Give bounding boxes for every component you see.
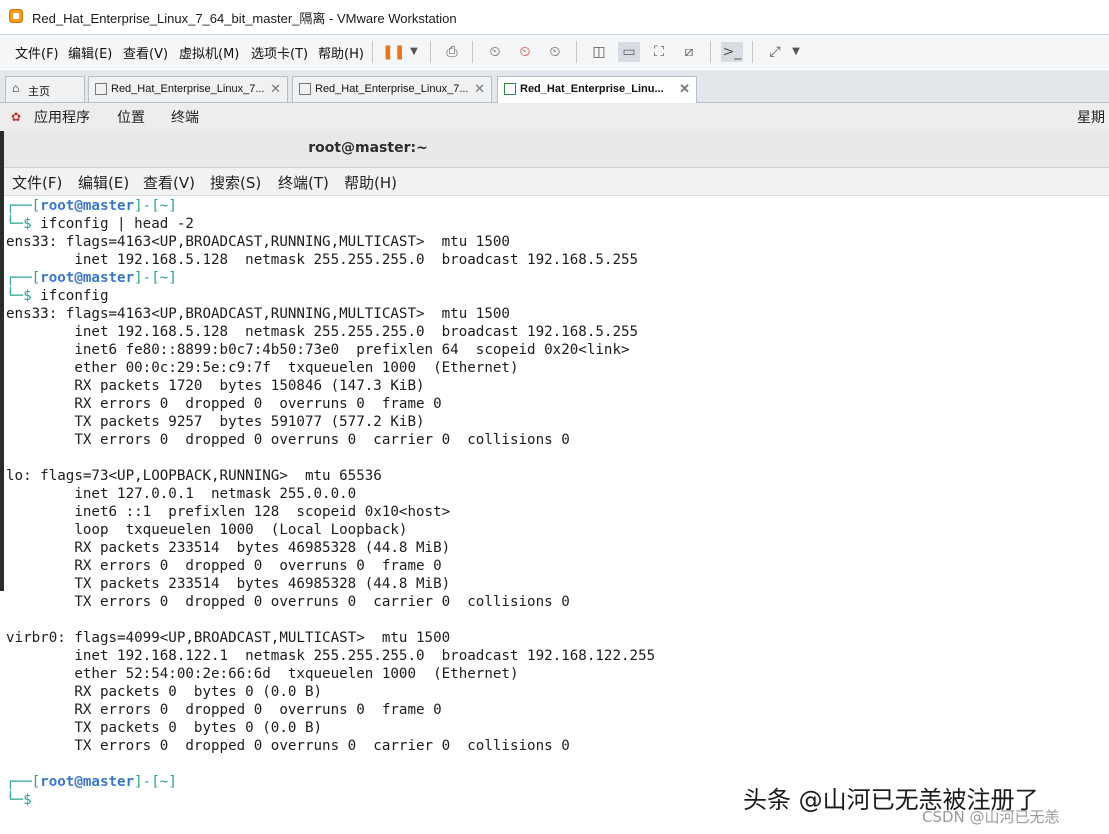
terminal-menu-help[interactable]: 帮助(H): [344, 172, 397, 193]
output-line: inet 192.168.5.128 netmask 255.255.255.0…: [6, 324, 639, 340]
vm-running-icon: [504, 83, 516, 95]
unity-icon[interactable]: ⧄: [678, 42, 700, 62]
command-line: └─$ ifconfig: [6, 288, 109, 304]
stretch-icon[interactable]: ⤢: [764, 42, 786, 62]
watermark-csdn: CSDN @山河已无恙: [922, 808, 1060, 826]
prompt-line: ┌──[root@master]-[~]: [6, 774, 177, 790]
gnome-places-menu[interactable]: 位置: [117, 107, 145, 127]
output-line: ens33: flags=4163<UP,BROADCAST,RUNNING,M…: [6, 306, 510, 322]
terminal-title: root@master:~: [308, 140, 428, 156]
gnome-applications-menu[interactable]: 应用程序: [34, 107, 90, 127]
close-icon[interactable]: ✕: [270, 81, 281, 97]
command-line: └─$: [6, 792, 41, 808]
vmware-app-icon: [9, 9, 23, 23]
window-title: Red_Hat_Enterprise_Linux_7_64_bit_master…: [32, 11, 457, 26]
fullscreen-icon[interactable]: ⛶: [648, 42, 670, 62]
terminal-menubar: 文件(F) 编辑(E) 查看(V) 搜索(S) 终端(T) 帮助(H): [4, 168, 1109, 196]
output-line: RX packets 0 bytes 0 (0.0 B): [6, 684, 323, 700]
output-line: RX packets 1720 bytes 150846 (147.3 KiB): [6, 378, 425, 394]
command-text: ifconfig: [40, 288, 109, 304]
gnome-clock[interactable]: 星期: [1077, 107, 1105, 127]
menu-tabs[interactable]: 选项卡(T): [251, 43, 308, 62]
menu-vm[interactable]: 虚拟机(M): [179, 43, 239, 62]
terminal-menu-search[interactable]: 搜索(S): [210, 172, 261, 193]
output-line: inet 127.0.0.1 netmask 255.0.0.0: [6, 486, 357, 502]
dropdown-icon[interactable]: ▼: [785, 42, 807, 62]
tab-label: 主页: [28, 86, 50, 98]
dropdown-icon[interactable]: ▼: [403, 42, 425, 62]
terminal-titlebar: root@master:~: [4, 131, 1109, 168]
window-titlebar: Red_Hat_Enterprise_Linux_7_64_bit_master…: [0, 0, 1109, 35]
console-icon[interactable]: >_: [721, 42, 743, 62]
applications-icon: ✿: [11, 110, 22, 124]
output-line: inet 192.168.122.1 netmask 255.255.255.0…: [6, 648, 656, 664]
terminal-menu-edit[interactable]: 编辑(E): [78, 172, 129, 193]
output-line: RX errors 0 dropped 0 overruns 0 frame 0: [6, 558, 442, 574]
output-line: ether 00:0c:29:5e:c9:7f txqueuelen 1000 …: [6, 360, 519, 376]
output-line: RX packets 233514 bytes 46985328 (44.8 M…: [6, 540, 451, 556]
menu-edit[interactable]: 编辑(E): [68, 43, 112, 62]
output-line: inet6 fe80::8899:b0c7:4b50:73e0 prefixle…: [6, 342, 630, 358]
output-line: virbr0: flags=4099<UP,BROADCAST,MULTICAS…: [6, 630, 451, 646]
output-line: ens33: flags=4163<UP,BROADCAST,RUNNING,M…: [6, 234, 510, 250]
vm-icon: [95, 83, 107, 95]
tab-label: Red_Hat_Enterprise_Linu...: [520, 83, 664, 95]
command-line: └─$ ifconfig | head -2: [6, 216, 194, 232]
output-line: TX errors 0 dropped 0 overruns 0 carrier…: [6, 594, 570, 610]
menu-view[interactable]: 查看(V): [123, 43, 168, 62]
normal-view-icon[interactable]: ▭: [618, 42, 640, 62]
menu-help[interactable]: 帮助(H): [318, 43, 364, 62]
output-line: lo: flags=73<UP,LOOPBACK,RUNNING> mtu 65…: [6, 468, 382, 484]
home-icon: ⌂: [12, 81, 20, 95]
tab-label: Red_Hat_Enterprise_Linux_7...: [315, 83, 469, 95]
gnome-top-bar: ✿ 应用程序 位置 终端 星期: [0, 103, 1109, 132]
output-line: ether 52:54:00:2e:66:6d txqueuelen 1000 …: [6, 666, 519, 682]
output-line: TX packets 9257 bytes 591077 (577.2 KiB): [6, 414, 425, 430]
output-line: TX packets 233514 bytes 46985328 (44.8 M…: [6, 576, 451, 592]
output-line: RX errors 0 dropped 0 overruns 0 frame 0: [6, 396, 442, 412]
snapshot-icon[interactable]: ⏲: [484, 42, 506, 62]
output-line: TX errors 0 dropped 0 overruns 0 carrier…: [6, 738, 570, 754]
tab-vm-3[interactable]: Red_Hat_Enterprise_Linu... ✕: [497, 76, 697, 103]
tab-vm-1[interactable]: Red_Hat_Enterprise_Linux_7... ✕: [88, 76, 288, 102]
vmware-menubar: 文件(F) 编辑(E) 查看(V) 虚拟机(M) 选项卡(T) 帮助(H) ❚❚…: [0, 35, 1109, 69]
output-line: inet 192.168.5.128 netmask 255.255.255.0…: [6, 252, 639, 268]
revert-snapshot-icon[interactable]: ⏲: [514, 42, 536, 62]
send-keys-icon[interactable]: ⎙: [441, 42, 463, 62]
terminal-menu-file[interactable]: 文件(F): [12, 172, 62, 193]
terminal-menu-terminal[interactable]: 终端(T): [278, 172, 329, 193]
menu-file[interactable]: 文件(F): [15, 43, 59, 62]
prompt-line: ┌──[root@master]-[~]: [6, 270, 177, 286]
terminal-screen[interactable]: ┌──[root@master]-[~] └─$ ifconfig | head…: [4, 196, 1109, 834]
prompt-line: ┌──[root@master]-[~]: [6, 198, 177, 214]
toolbar-separator: [752, 41, 753, 63]
gnome-terminal-menu[interactable]: 终端: [171, 107, 199, 127]
tab-vm-2[interactable]: Red_Hat_Enterprise_Linux_7... ✕: [292, 76, 492, 102]
library-icon[interactable]: ◫: [588, 42, 610, 62]
vm-icon: [299, 83, 311, 95]
toolbar-separator: [372, 41, 373, 63]
output-line: loop txqueuelen 1000 (Local Loopback): [6, 522, 408, 538]
close-icon[interactable]: ✕: [474, 81, 485, 97]
output-line: TX packets 0 bytes 0 (0.0 B): [6, 720, 323, 736]
snapshot-manager-icon[interactable]: ⏲: [544, 42, 566, 62]
toolbar-separator: [710, 41, 711, 63]
terminal-menu-view[interactable]: 查看(V): [143, 172, 195, 193]
command-text: ifconfig | head -2: [40, 216, 194, 232]
toolbar-separator: [472, 41, 473, 63]
pause-icon[interactable]: ❚❚: [382, 42, 405, 62]
output-line: inet6 ::1 prefixlen 128 scopeid 0x10<hos…: [6, 504, 451, 520]
tab-label: Red_Hat_Enterprise_Linux_7...: [111, 83, 265, 95]
output-line: TX errors 0 dropped 0 overruns 0 carrier…: [6, 432, 570, 448]
toolbar-separator: [576, 41, 577, 63]
output-line: RX errors 0 dropped 0 overruns 0 frame 0: [6, 702, 442, 718]
close-icon[interactable]: ✕: [679, 81, 690, 97]
tab-home[interactable]: ⌂ 主页: [5, 76, 85, 102]
vm-tabbar: ⌂ 主页 Red_Hat_Enterprise_Linux_7... ✕ Red…: [0, 70, 1109, 103]
toolbar-separator: [430, 41, 431, 63]
